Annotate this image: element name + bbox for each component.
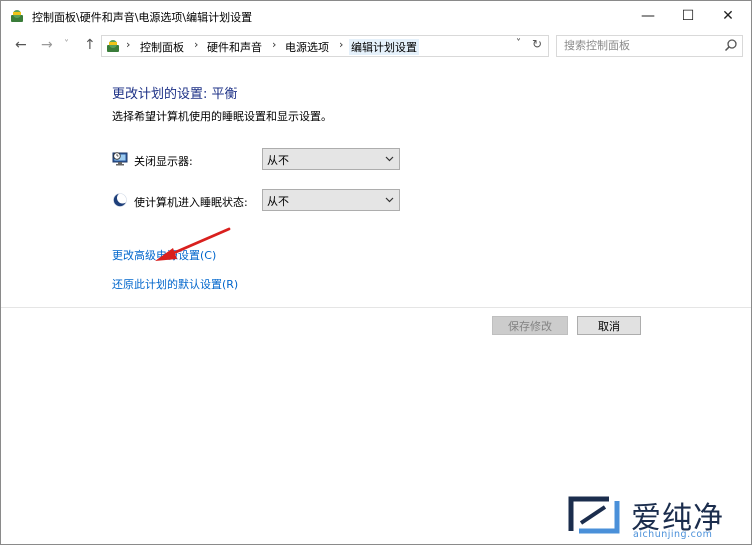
- cancel-button[interactable]: 取消: [577, 316, 641, 335]
- sleep-label: 使计算机进入睡眠状态:: [134, 196, 248, 209]
- page-description: 选择希望计算机使用的睡眠设置和显示设置。: [112, 110, 332, 123]
- watermark-logo-icon: [568, 496, 620, 534]
- chevron-down-icon: [385, 197, 394, 203]
- title-bar: 控制面板\硬件和声音\电源选项\编辑计划设置 — ☐ ✕: [1, 1, 751, 31]
- maximize-button[interactable]: ☐: [671, 1, 705, 31]
- breadcrumb-separator: ›: [126, 38, 131, 51]
- search-input[interactable]: [564, 38, 714, 53]
- breadcrumb-separator[interactable]: ›: [194, 38, 198, 51]
- address-bar[interactable]: › 控制面板 › 硬件和声音 › 电源选项 › 编辑计划设置 ˅ ↻: [101, 35, 549, 57]
- save-changes-button[interactable]: 保存修改: [492, 316, 568, 335]
- page-title: 更改计划的设置: 平衡: [112, 87, 238, 102]
- breadcrumb-control-panel[interactable]: 控制面板: [140, 39, 184, 55]
- monitor-icon: [112, 152, 128, 166]
- up-button[interactable]: ↑: [84, 37, 96, 53]
- breadcrumb-separator[interactable]: ›: [339, 38, 343, 51]
- sleep-value: 从不: [267, 195, 289, 208]
- control-panel-window: 控制面板\硬件和声音\电源选项\编辑计划设置 — ☐ ✕ ← → ˅ ↑ › 控…: [0, 0, 752, 545]
- turn-off-display-label: 关闭显示器:: [134, 155, 193, 168]
- chevron-down-icon: [385, 156, 394, 162]
- sleep-select[interactable]: 从不: [262, 189, 400, 211]
- restore-defaults-link[interactable]: 还原此计划的默认设置(R): [112, 276, 238, 292]
- divider: [1, 307, 751, 308]
- close-button[interactable]: ✕: [711, 1, 745, 31]
- forward-button[interactable]: →: [41, 37, 53, 53]
- breadcrumb-edit-plan-settings[interactable]: 编辑计划设置: [349, 39, 419, 55]
- annotation-arrow: [155, 227, 231, 261]
- refresh-button[interactable]: ↻: [532, 37, 542, 51]
- breadcrumb-separator[interactable]: ›: [272, 38, 276, 51]
- recent-locations-button[interactable]: ˅: [64, 37, 69, 53]
- search-box[interactable]: [556, 35, 743, 57]
- control-panel-icon: [11, 10, 23, 22]
- breadcrumb-power-options[interactable]: 电源选项: [285, 39, 329, 55]
- breadcrumb-hardware-sound[interactable]: 硬件和声音: [207, 39, 262, 55]
- control-panel-icon: [107, 40, 119, 52]
- turn-off-display-value: 从不: [267, 154, 289, 167]
- watermark-url: aichunjing.com: [633, 529, 713, 540]
- sleep-moon-icon: [113, 192, 128, 207]
- turn-off-display-select[interactable]: 从不: [262, 148, 400, 170]
- address-dropdown-button[interactable]: ˅: [516, 38, 521, 49]
- back-button[interactable]: ←: [15, 37, 27, 53]
- site-watermark: 爱纯净 aichunjing.com: [561, 487, 751, 544]
- search-icon[interactable]: [724, 38, 738, 52]
- window-title: 控制面板\硬件和声音\电源选项\编辑计划设置: [32, 11, 253, 24]
- minimize-button[interactable]: —: [631, 1, 665, 31]
